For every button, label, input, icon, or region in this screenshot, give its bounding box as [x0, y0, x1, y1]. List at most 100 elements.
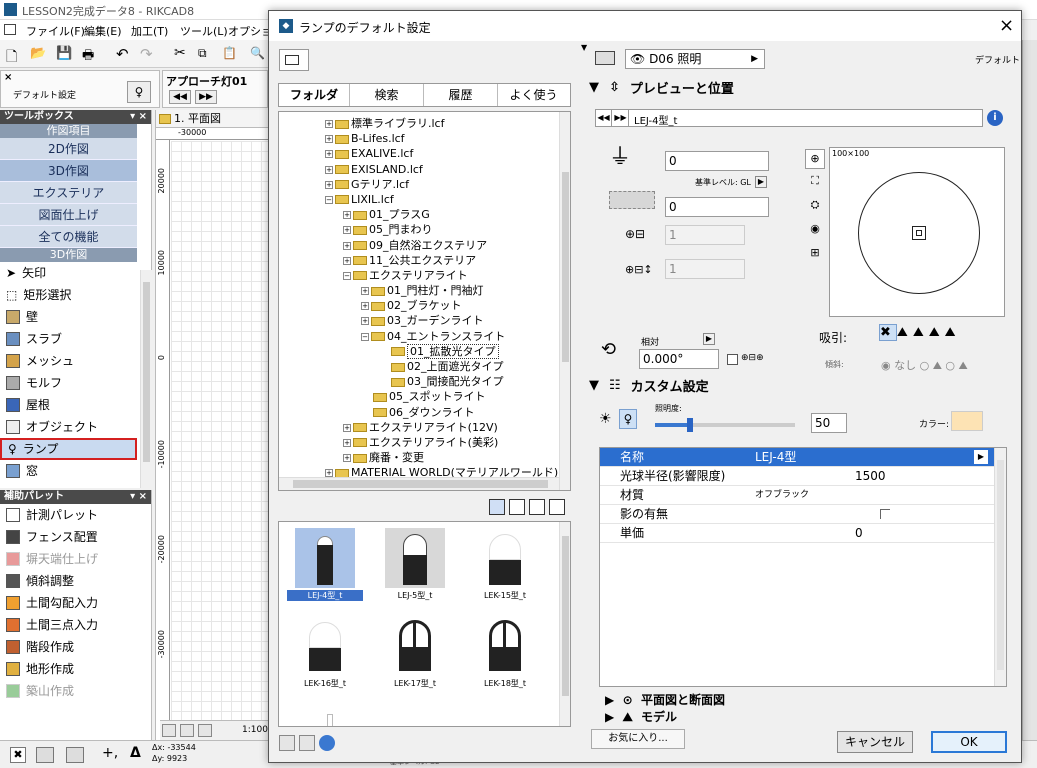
snap-floor-button[interactable]: ⛰ [897, 325, 913, 340]
palette-stairs[interactable]: 階段作成 [0, 636, 151, 658]
tree-item[interactable]: +05_門まわり [279, 222, 560, 237]
cursor-snap-icon[interactable]: +, [102, 745, 118, 761]
next-object-button[interactable]: ▶▶ [613, 110, 629, 126]
collapse-icon[interactable]: − [361, 332, 369, 341]
layer-select[interactable]: 👁 D06 照明 ▶ [625, 49, 765, 69]
tree-item[interactable]: +01_プラスG [279, 207, 560, 222]
tool-roof[interactable]: 屋根 [0, 394, 137, 416]
angle-field[interactable]: 0.000° [639, 349, 719, 369]
property-row[interactable]: 名称 LEJ-4型 ▶ [600, 448, 1006, 467]
tree-item[interactable]: + エクステリアライト(美彩) [279, 435, 560, 450]
save-icon[interactable]: 💾 [56, 46, 72, 61]
tree-item[interactable]: − LIXIL.lcf [279, 192, 560, 207]
plan-tab[interactable]: 1. 平面図 [156, 110, 268, 128]
copy-icon[interactable]: ⧉ [198, 46, 207, 61]
close-tool-icon[interactable]: ✖ [10, 747, 26, 763]
expand-icon[interactable]: + [343, 423, 351, 432]
collapse-icon[interactable]: − [325, 195, 333, 204]
view-toggle-button[interactable] [279, 49, 309, 71]
mirror-checkbox[interactable] [727, 354, 738, 365]
tree-item[interactable]: +09_自然浴エクステリア [279, 238, 560, 253]
thumb-lek16[interactable] [295, 614, 355, 674]
btn-exterior[interactable]: エクステリア [0, 182, 137, 204]
thumb-lek16-label[interactable]: LEK-16型_t [287, 678, 363, 689]
tree-item[interactable]: + Gテリア.lcf [279, 177, 560, 192]
prev-button[interactable]: ◀◀ [169, 90, 191, 104]
section-plan-header[interactable]: ▶ ⊙ 平面図と断面図 [605, 691, 1005, 709]
palette-floor-gradient[interactable]: 土間勾配入力 [0, 592, 151, 614]
palette-slope[interactable]: 傾斜調整 [0, 570, 151, 592]
open-folder-icon[interactable]: 📂 [30, 46, 46, 61]
tree-item[interactable]: 05_スポットライト [279, 389, 560, 404]
expand-icon[interactable]: + [325, 120, 333, 128]
thumb-lej5-label[interactable]: LEJ-5型_t [377, 590, 453, 601]
tilt-none-radio[interactable]: ◉ なし ○ ⛰ ○ ⛰ [881, 357, 968, 373]
property-row[interactable]: 材質 オフブラック [600, 486, 1006, 505]
tree-item[interactable]: +01_門柱灯・門袖灯 [279, 283, 560, 298]
undo-icon[interactable]: ↶ [116, 45, 129, 63]
properties-list[interactable]: 名称 LEJ-4型 ▶ 光球半径(影響限度) 1500 材質 オフブラック 影の有無 単価 0 [599, 447, 1007, 687]
thumb-lej4-label[interactable]: LEJ-4型_t [287, 590, 363, 601]
expand-icon[interactable]: + [361, 302, 369, 311]
preview-header[interactable]: ▼ ⇳ プレビューと位置 [589, 75, 1015, 99]
tree-h-scrollbar[interactable] [279, 477, 559, 490]
plan-view[interactable]: 1. 平面図 -30000 20000 10000 0 -10000 -2000… [155, 110, 268, 740]
expand-icon[interactable]: + [343, 211, 351, 220]
tool-arrow[interactable]: ➤ 矢印 [0, 262, 137, 284]
tab-history[interactable]: 履歴 [423, 84, 497, 106]
plan-grid[interactable] [171, 141, 268, 721]
detail-view-button[interactable] [549, 499, 565, 515]
snap-roof-button[interactable]: ⛰ [929, 325, 945, 340]
menu-tools[interactable]: ツール(L) [180, 23, 228, 39]
btn-3d-drawing[interactable]: 3D作図 [0, 160, 137, 182]
menu-modify[interactable]: 加工(T) [131, 23, 168, 39]
expand-icon[interactable]: + [325, 150, 333, 159]
guide-icon[interactable] [66, 747, 84, 763]
tree-item[interactable]: + EXISLAND.lcf [279, 162, 560, 177]
tree-item[interactable]: 02_上面遮光タイプ [279, 359, 560, 374]
section-model-header[interactable]: ▶ ⛰ モデル [605, 708, 1005, 726]
thumb-lek17-label[interactable]: LEK-17型_t [377, 678, 453, 689]
list-view-button[interactable] [529, 499, 545, 515]
expand-icon[interactable]: + [325, 135, 333, 144]
library-manager-icon[interactable] [279, 735, 295, 751]
cut-icon[interactable]: ✂ [174, 45, 186, 61]
thumb-lek17[interactable] [385, 614, 445, 674]
tab-search[interactable]: 検索 [349, 84, 423, 106]
tool-lamp[interactable]: ♀ ランプ [0, 438, 137, 460]
large-icons-button[interactable] [489, 499, 505, 515]
palette-terrain[interactable]: 地形作成 [0, 658, 151, 680]
menu-options[interactable]: オプション [228, 23, 268, 39]
tree-item[interactable]: − エクステリアライト [279, 268, 560, 283]
tool-morph[interactable]: モルフ [0, 372, 137, 394]
depth-field[interactable]: 1 [665, 259, 745, 279]
height-field-1[interactable]: 0 [665, 151, 769, 171]
panel-close-icon[interactable]: × [4, 72, 12, 83]
web-library-icon[interactable] [319, 735, 335, 751]
light-on-icon[interactable]: ☀ [599, 411, 612, 427]
thumb-lek15-label[interactable]: LEK-15型_t [467, 590, 543, 601]
ok-button[interactable]: OK [931, 731, 1007, 753]
lamp-default-button[interactable]: ♀ [127, 81, 151, 103]
expand-icon[interactable]: + [325, 180, 333, 189]
property-menu-arrow-icon[interactable]: ▶ [974, 450, 988, 464]
tool-wall[interactable]: 壁 [0, 306, 137, 328]
snap-none-button[interactable]: ✖ [879, 324, 897, 341]
tree-item[interactable]: 06_ダウンライト [279, 405, 560, 420]
btn-drawing-finish[interactable]: 図面仕上げ [0, 204, 137, 226]
tree-item[interactable]: + EXALIVE.lcf [279, 146, 560, 161]
prev-object-button[interactable]: ◀◀ [596, 110, 612, 126]
tree-item[interactable]: + 標準ライブラリ.lcf [279, 116, 560, 131]
custom-header[interactable]: ▼ ☷ カスタム設定 [589, 373, 1015, 397]
thumb-scrollbar[interactable] [559, 522, 570, 726]
tree-item[interactable]: + エクステリアライト(12V) [279, 420, 560, 435]
paste-icon[interactable]: 📋 [222, 46, 237, 60]
tree-item[interactable]: − 04_エントランスライト [279, 329, 560, 344]
favorites-button[interactable]: お気に入り... [591, 729, 685, 749]
pane-splitter-arrow[interactable]: ▼ [581, 43, 587, 58]
menu-edit[interactable]: 編集(E) [84, 23, 122, 39]
btn-all-functions[interactable]: 全ての機能 [0, 226, 137, 248]
tool-slab[interactable]: スラブ [0, 328, 137, 350]
tree-item[interactable]: +11_公共エクステリア [279, 253, 560, 268]
btn-2d-drawing[interactable]: 2D作図 [0, 138, 137, 160]
